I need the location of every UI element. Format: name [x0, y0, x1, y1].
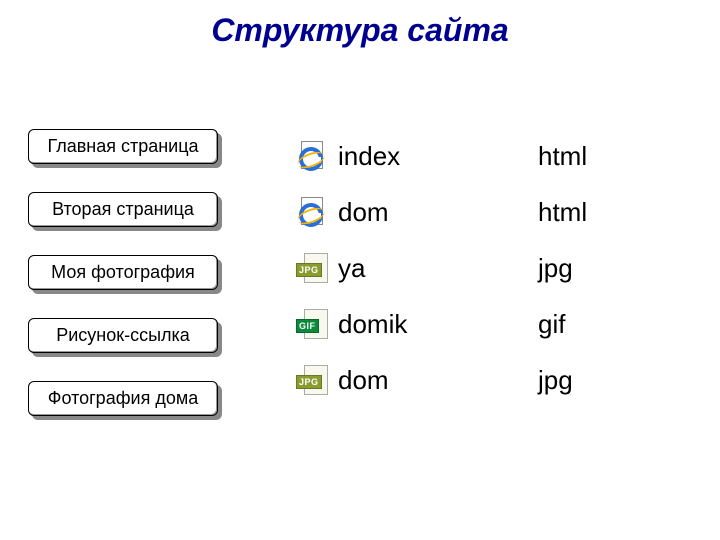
file-list: index html dom html JPG ya jpg [288, 129, 720, 444]
file-name: dom [338, 365, 538, 396]
file-row: JPG dom jpg [288, 359, 720, 401]
file-row: dom html [288, 191, 720, 233]
gif-file-icon: GIF [296, 309, 330, 339]
file-icon-cell: JPG [288, 365, 338, 395]
content-area: Главная страница Вторая страница Моя фот… [0, 129, 720, 444]
gif-badge-text: GIF [296, 319, 319, 333]
file-extension: jpg [538, 365, 618, 396]
file-row: GIF domik gif [288, 303, 720, 345]
nav-button-image-link[interactable]: Рисунок-ссылка [28, 318, 218, 353]
file-name: ya [338, 253, 538, 284]
file-icon-cell [288, 195, 338, 229]
nav-button-second[interactable]: Вторая страница [28, 192, 218, 227]
nav-button-my-photo[interactable]: Моя фотография [28, 255, 218, 290]
jpg-badge-text: JPG [296, 375, 322, 389]
file-name: domik [338, 309, 538, 340]
jpg-file-icon: JPG [296, 365, 330, 395]
file-extension: html [538, 141, 618, 172]
jpg-file-icon: JPG [296, 253, 330, 283]
page-title: Структура сайта [0, 0, 720, 49]
file-icon-cell: GIF [288, 309, 338, 339]
ie-html-icon [299, 195, 327, 229]
button-label: Моя фотография [28, 255, 218, 290]
file-icon-cell [288, 139, 338, 173]
ie-html-icon [299, 139, 327, 173]
file-row: index html [288, 135, 720, 177]
file-name: dom [338, 197, 538, 228]
file-name: index [338, 141, 538, 172]
file-icon-cell: JPG [288, 253, 338, 283]
button-label: Вторая страница [28, 192, 218, 227]
file-extension: gif [538, 309, 618, 340]
file-row: JPG ya jpg [288, 247, 720, 289]
button-label: Рисунок-ссылка [28, 318, 218, 353]
button-label: Фотография дома [28, 381, 218, 416]
nav-button-house-photo[interactable]: Фотография дома [28, 381, 218, 416]
file-extension: html [538, 197, 618, 228]
file-extension: jpg [538, 253, 618, 284]
nav-button-home[interactable]: Главная страница [28, 129, 218, 164]
jpg-badge-text: JPG [296, 263, 322, 277]
button-label: Главная страница [28, 129, 218, 164]
nav-buttons-column: Главная страница Вторая страница Моя фот… [0, 129, 288, 444]
